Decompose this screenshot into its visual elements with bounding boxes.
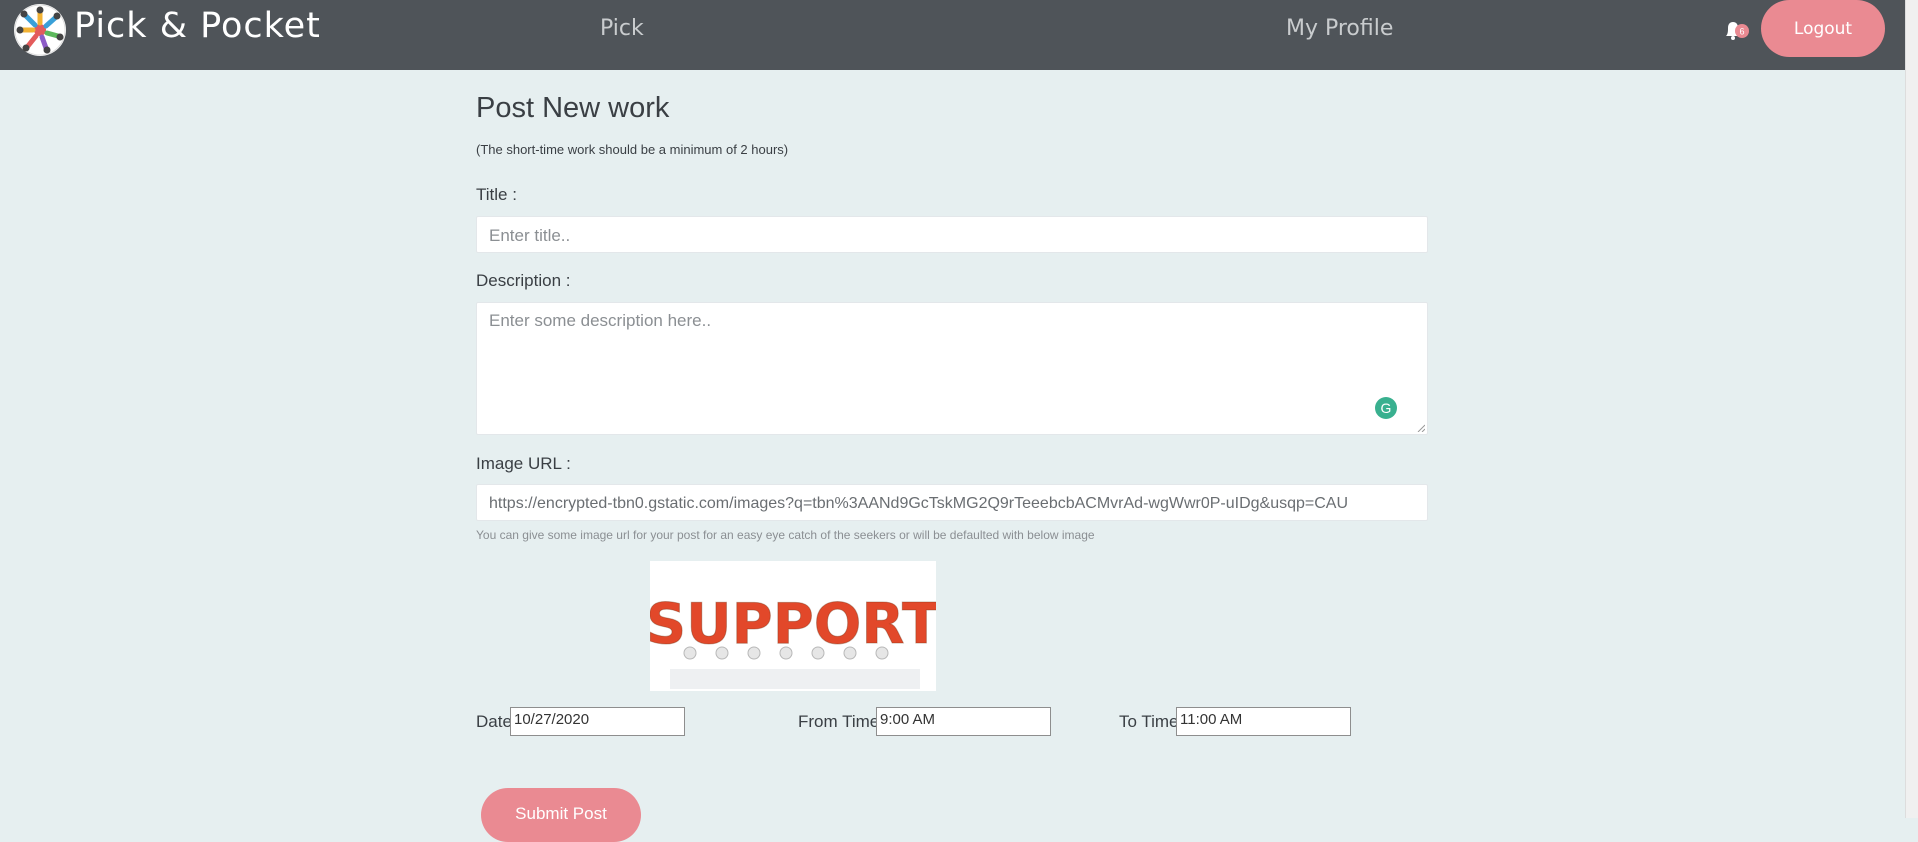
image-url-input[interactable]: https://encrypted-tbn0.gstatic.com/image… [476,484,1428,521]
brand-name[interactable]: Pick & Pocket [74,6,321,46]
from-time-label: From Time [798,712,880,731]
top-navbar: Pick & Pocket Pick My Profile 6 Logout [0,0,1906,70]
nav-link-my-profile[interactable]: My Profile [1286,16,1393,41]
image-url-label: Image URL : [476,454,571,473]
logout-button[interactable]: Logout [1761,0,1885,57]
title-label: Title : [476,185,517,204]
submit-post-button[interactable]: Submit Post [481,788,641,842]
title-input[interactable]: Enter title.. [476,216,1428,253]
description-placeholder: Enter some description here.. [489,311,712,330]
to-time-label: To Time [1119,712,1179,731]
resize-handle-icon[interactable] [1417,424,1425,432]
minimum-hours-note: (The short-time work should be a minimum… [476,142,789,157]
image-url-hint: You can give some image url for your pos… [476,528,1095,542]
to-time-input[interactable]: 11:00 AM [1176,707,1351,736]
preview-image: SUPPORT SUPPORT [645,561,941,691]
date-label: Date [476,712,512,731]
date-input[interactable]: 10/27/2020 [510,707,685,736]
scrollbar[interactable] [1905,0,1918,818]
bell-icon[interactable]: 6 [1722,19,1752,43]
nav-link-pick[interactable]: Pick [600,16,644,41]
description-textarea[interactable]: Enter some description here.. G [476,302,1428,435]
grammarly-icon[interactable]: G [1375,397,1397,419]
from-time-input[interactable]: 9:00 AM [876,707,1051,736]
notification-count: 6 [1739,27,1744,37]
description-label: Description : [476,271,571,290]
logo-icon[interactable] [14,4,66,56]
page-title: Post New work [476,92,670,124]
